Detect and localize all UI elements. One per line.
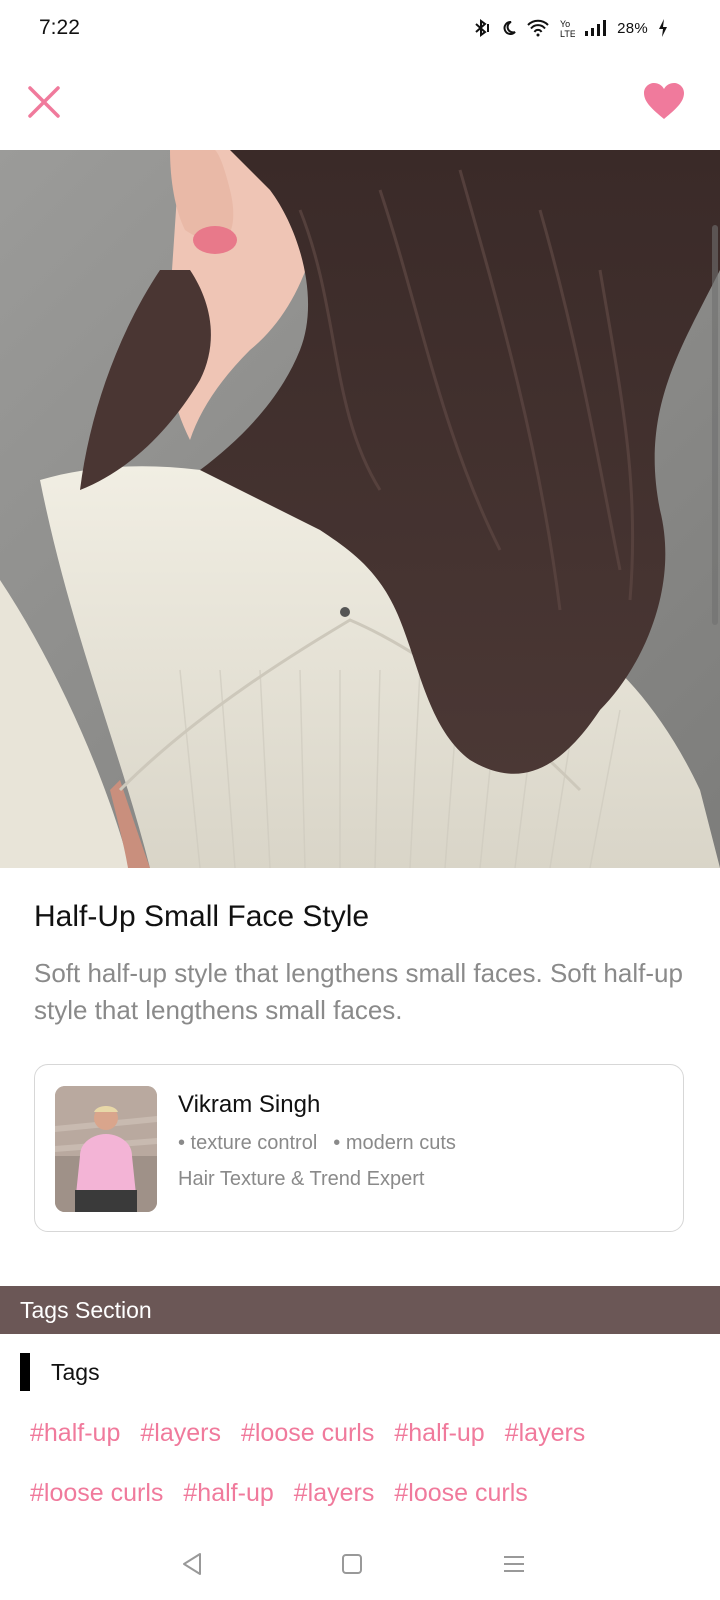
tag-chip[interactable]: #half-up xyxy=(30,1415,120,1451)
tags-list: #half-up #layers #loose curls #half-up #… xyxy=(30,1415,700,1511)
svg-text:LTE: LTE xyxy=(560,29,575,38)
stylist-avatar xyxy=(55,1086,157,1212)
nav-menu-button[interactable] xyxy=(494,1550,534,1582)
tag-chip[interactable]: #layers xyxy=(294,1475,375,1511)
tag-chip[interactable]: #loose curls xyxy=(241,1415,374,1451)
favorite-button[interactable] xyxy=(638,78,690,128)
bluetooth-icon xyxy=(471,18,491,38)
style-title: Half-Up Small Face Style xyxy=(34,900,370,933)
tag-chip[interactable]: #loose curls xyxy=(394,1475,527,1511)
signal-icon xyxy=(585,20,607,36)
stylist-role: Hair Texture & Trend Expert xyxy=(178,1168,425,1190)
nav-home-button[interactable] xyxy=(332,1550,372,1582)
tag-chip[interactable]: #half-up xyxy=(394,1415,484,1451)
wifi-icon xyxy=(527,19,549,37)
image-scrollbar[interactable] xyxy=(712,225,718,625)
system-nav-bar xyxy=(0,1530,720,1600)
tags-label: Tags xyxy=(51,1358,100,1385)
top-action-bar xyxy=(0,62,720,148)
tags-label-row: Tags xyxy=(20,1353,100,1391)
back-triangle-icon xyxy=(180,1551,204,1582)
tags-accent-bar xyxy=(20,1353,30,1391)
menu-lines-icon xyxy=(502,1554,526,1579)
svg-text:Yo: Yo xyxy=(560,19,570,29)
stylist-name: Vikram Singh xyxy=(178,1091,321,1118)
tag-chip[interactable]: #half-up xyxy=(183,1475,273,1511)
style-photo-illustration xyxy=(0,150,720,868)
nav-back-button[interactable] xyxy=(172,1550,212,1582)
home-square-icon xyxy=(341,1553,363,1580)
charging-icon xyxy=(658,19,668,37)
specialty-item: • texture control xyxy=(178,1132,318,1154)
tag-chip[interactable]: #loose curls xyxy=(30,1475,163,1511)
tags-section-header: Tags Section xyxy=(0,1286,720,1334)
close-button[interactable] xyxy=(20,80,68,128)
battery-percentage: 28% xyxy=(617,19,648,37)
specialty-item: • modern cuts xyxy=(333,1132,456,1154)
tag-chip[interactable]: #layers xyxy=(140,1415,221,1451)
close-icon xyxy=(26,84,62,125)
status-time: 7:22 xyxy=(39,16,80,39)
tag-chip[interactable]: #layers xyxy=(505,1415,586,1451)
style-description: Soft half-up style that lengthens small … xyxy=(34,958,683,1025)
status-bar: 7:22 Yo LTE 28% xyxy=(0,0,720,60)
moon-icon xyxy=(501,20,517,36)
heart-icon xyxy=(642,81,686,126)
volte-icon: Yo LTE xyxy=(559,18,575,38)
style-photo xyxy=(0,150,720,868)
stylist-card[interactable]: Vikram Singh • texture control • modern … xyxy=(34,1064,684,1232)
status-icons: Yo LTE 28% xyxy=(471,18,668,38)
stylist-specialties: • texture control • modern cuts xyxy=(178,1132,456,1155)
